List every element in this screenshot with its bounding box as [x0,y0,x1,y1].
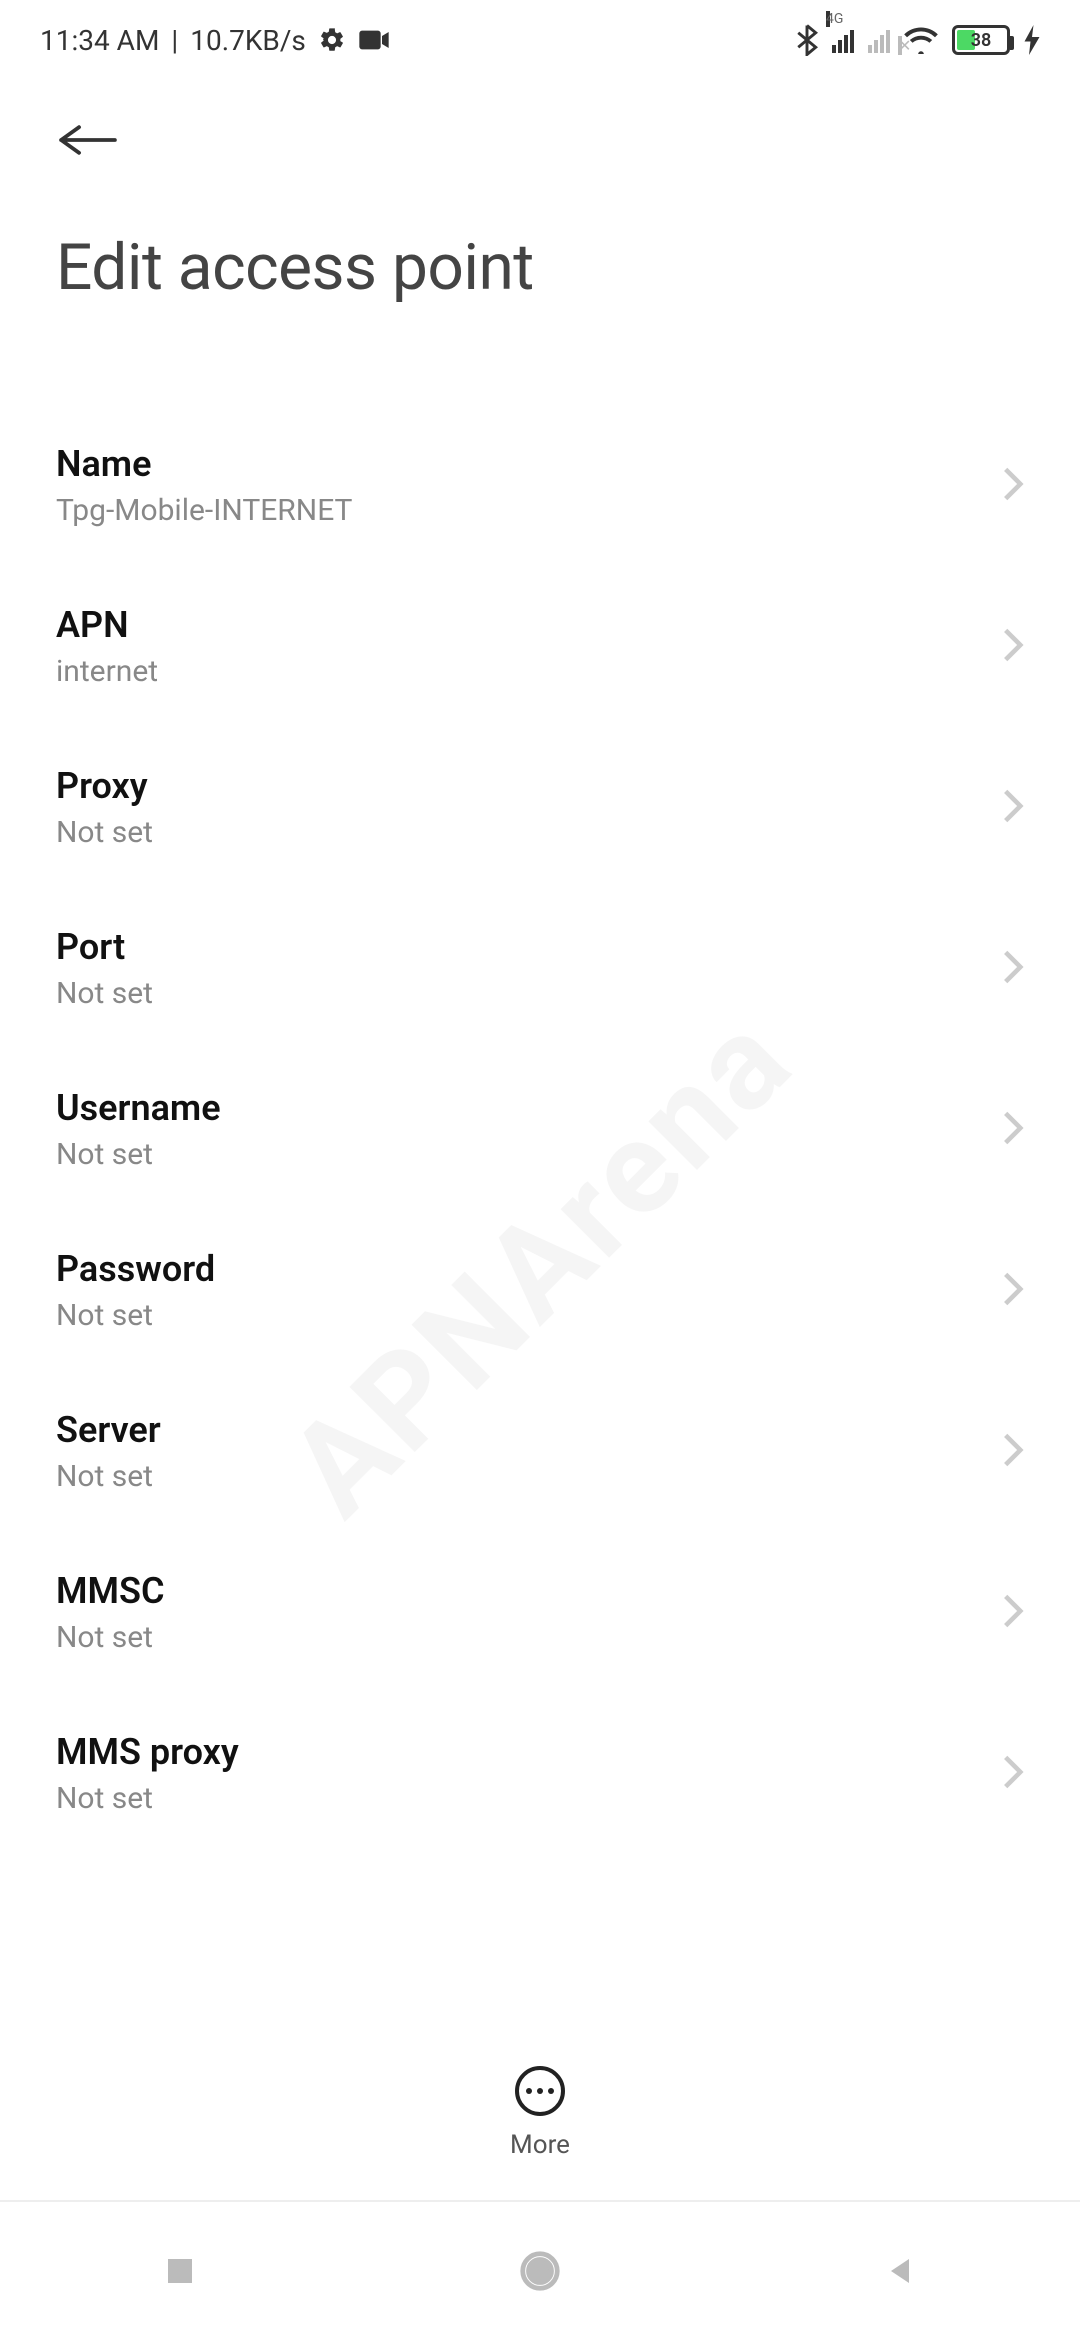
triangle-left-icon [882,2253,918,2289]
status-bar: 11:34 AM | 10.7KB/s 4G ✕ 38 [0,0,1080,80]
fade-overlay [0,1990,1080,2050]
setting-row-apn[interactable]: APN internet [56,566,1024,727]
chevron-right-icon [1002,787,1024,829]
setting-value: Tpg-Mobile-INTERNET [56,493,352,528]
setting-row-name[interactable]: Name Tpg-Mobile-INTERNET [56,405,1024,566]
setting-row-mmsc[interactable]: MMSC Not set [56,1532,1024,1693]
battery-icon: 38 [952,25,1010,55]
settings-list: Name Tpg-Mobile-INTERNET APN internet Pr… [0,405,1080,1854]
setting-label: MMSC [56,1570,165,1612]
signal-1-icon: 4G [832,27,854,53]
camera-icon [358,28,390,52]
setting-label: Port [56,926,153,968]
charging-icon [1024,25,1040,55]
setting-value: Not set [56,1620,165,1655]
status-time: 11:34 AM [40,24,159,57]
battery-percent: 38 [955,30,1007,51]
chevron-right-icon [1002,465,1024,507]
setting-value: Not set [56,1459,161,1494]
setting-row-password[interactable]: Password Not set [56,1210,1024,1371]
arrow-left-icon [56,120,120,160]
chevron-right-icon [1002,948,1024,990]
more-button[interactable] [515,2066,565,2116]
setting-value: Not set [56,976,153,1011]
setting-row-mms-proxy[interactable]: MMS proxy Not set [56,1693,1024,1854]
signal-2-icon: ✕ [868,27,890,53]
setting-row-proxy[interactable]: Proxy Not set [56,727,1024,888]
header: Edit access point [0,80,1080,305]
setting-label: MMS proxy [56,1731,239,1773]
more-dots-icon [526,2088,554,2094]
setting-value: Not set [56,1298,215,1333]
setting-value: Not set [56,815,153,850]
bluetooth-icon [796,24,818,56]
setting-row-port[interactable]: Port Not set [56,888,1024,1049]
setting-row-server[interactable]: Server Not set [56,1371,1024,1532]
nav-recent-button[interactable] [150,2241,210,2301]
square-icon [162,2253,198,2289]
setting-value: Not set [56,1781,239,1816]
chevron-right-icon [1002,1270,1024,1312]
chevron-right-icon [1002,1109,1024,1151]
chevron-right-icon [1002,626,1024,668]
more-label: More [510,2130,570,2160]
status-right: 4G ✕ 38 [796,24,1040,56]
setting-label: Password [56,1248,215,1290]
chevron-right-icon [1002,1753,1024,1795]
chevron-right-icon [1002,1592,1024,1634]
chevron-right-icon [1002,1431,1024,1473]
page-title: Edit access point [56,230,1024,305]
gear-icon [318,26,346,54]
setting-label: Server [56,1409,161,1451]
setting-label: Name [56,443,352,485]
status-divider: | [171,24,178,57]
navigation-bar [0,2200,1080,2340]
nav-home-button[interactable] [510,2241,570,2301]
bottom-action: More [0,2046,1080,2160]
nav-back-button[interactable] [870,2241,930,2301]
setting-label: Username [56,1087,221,1129]
back-button[interactable] [56,110,126,170]
network-type: 4G [826,11,830,27]
circle-icon [517,2248,563,2294]
setting-value: internet [56,654,158,689]
status-speed: 10.7KB/s [190,24,306,57]
setting-label: Proxy [56,765,153,807]
setting-value: Not set [56,1137,221,1172]
status-left: 11:34 AM | 10.7KB/s [40,24,390,57]
setting-label: APN [56,604,158,646]
setting-row-username[interactable]: Username Not set [56,1049,1024,1210]
